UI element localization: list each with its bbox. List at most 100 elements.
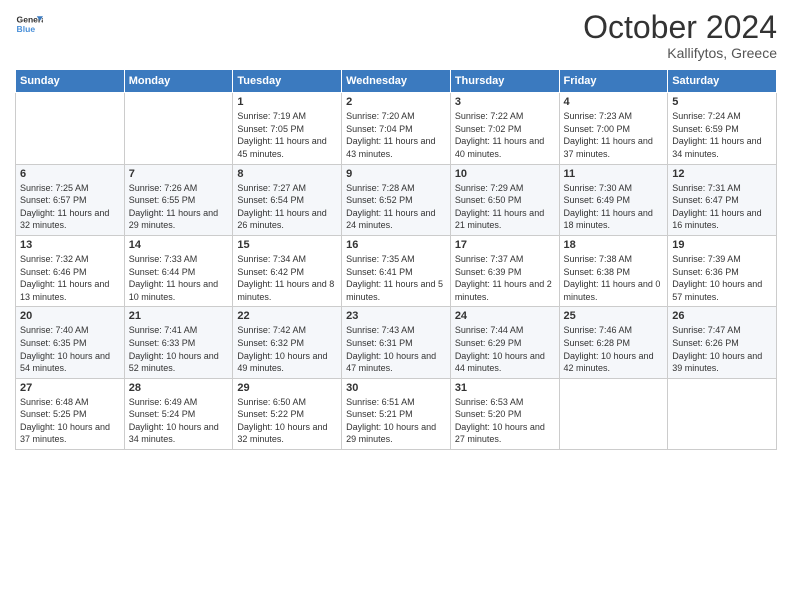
logo-icon: General Blue bbox=[15, 10, 43, 38]
table-row: 21 Sunrise: 7:41 AM Sunset: 6:33 PM Dayli… bbox=[124, 307, 233, 378]
table-row bbox=[559, 378, 668, 449]
col-tuesday: Tuesday bbox=[233, 70, 342, 93]
day-number: 28 bbox=[129, 382, 229, 394]
day-info: Sunrise: 6:51 AM Sunset: 5:21 PM Dayligh… bbox=[346, 396, 446, 446]
day-number: 22 bbox=[237, 310, 337, 322]
day-number: 2 bbox=[346, 96, 446, 108]
day-info: Sunrise: 6:49 AM Sunset: 5:24 PM Dayligh… bbox=[129, 396, 229, 446]
day-number: 18 bbox=[564, 239, 664, 251]
table-row: 5 Sunrise: 7:24 AM Sunset: 6:59 PM Daylig… bbox=[668, 93, 777, 164]
table-row: 23 Sunrise: 7:43 AM Sunset: 6:31 PM Dayli… bbox=[342, 307, 451, 378]
day-number: 21 bbox=[129, 310, 229, 322]
day-info: Sunrise: 7:28 AM Sunset: 6:52 PM Dayligh… bbox=[346, 182, 446, 232]
table-row: 31 Sunrise: 6:53 AM Sunset: 5:20 PM Dayli… bbox=[450, 378, 559, 449]
day-number: 31 bbox=[455, 382, 555, 394]
day-info: Sunrise: 7:37 AM Sunset: 6:39 PM Dayligh… bbox=[455, 253, 555, 303]
day-number: 25 bbox=[564, 310, 664, 322]
day-info: Sunrise: 7:26 AM Sunset: 6:55 PM Dayligh… bbox=[129, 182, 229, 232]
col-sunday: Sunday bbox=[16, 70, 125, 93]
day-number: 20 bbox=[20, 310, 120, 322]
table-row: 3 Sunrise: 7:22 AM Sunset: 7:02 PM Daylig… bbox=[450, 93, 559, 164]
day-number: 27 bbox=[20, 382, 120, 394]
table-row: 8 Sunrise: 7:27 AM Sunset: 6:54 PM Daylig… bbox=[233, 164, 342, 235]
table-row: 1Sunrise: 7:19 AM Sunset: 7:05 PM Daylig… bbox=[233, 93, 342, 164]
day-info: Sunrise: 6:50 AM Sunset: 5:22 PM Dayligh… bbox=[237, 396, 337, 446]
table-row bbox=[16, 93, 125, 164]
table-row: 22 Sunrise: 7:42 AM Sunset: 6:32 PM Dayli… bbox=[233, 307, 342, 378]
table-row: 6 Sunrise: 7:25 AM Sunset: 6:57 PM Daylig… bbox=[16, 164, 125, 235]
table-row bbox=[668, 378, 777, 449]
day-info: Sunrise: 7:27 AM Sunset: 6:54 PM Dayligh… bbox=[237, 182, 337, 232]
day-info: Sunrise: 7:24 AM Sunset: 6:59 PM Dayligh… bbox=[672, 110, 772, 160]
day-number: 4 bbox=[564, 96, 664, 108]
day-info: Sunrise: 7:41 AM Sunset: 6:33 PM Dayligh… bbox=[129, 324, 229, 374]
calendar-week-row: 1Sunrise: 7:19 AM Sunset: 7:05 PM Daylig… bbox=[16, 93, 777, 164]
day-number: 14 bbox=[129, 239, 229, 251]
day-number: 12 bbox=[672, 168, 772, 180]
calendar-week-row: 27 Sunrise: 6:48 AM Sunset: 5:25 PM Dayli… bbox=[16, 378, 777, 449]
table-row: 19 Sunrise: 7:39 AM Sunset: 6:36 PM Dayli… bbox=[668, 235, 777, 306]
col-wednesday: Wednesday bbox=[342, 70, 451, 93]
day-info: Sunrise: 7:32 AM Sunset: 6:46 PM Dayligh… bbox=[20, 253, 120, 303]
day-info: Sunrise: 7:47 AM Sunset: 6:26 PM Dayligh… bbox=[672, 324, 772, 374]
table-row: 20Sunrise: 7:40 AM Sunset: 6:35 PM Dayli… bbox=[16, 307, 125, 378]
table-row: 27 Sunrise: 6:48 AM Sunset: 5:25 PM Dayli… bbox=[16, 378, 125, 449]
table-row: 11 Sunrise: 7:30 AM Sunset: 6:49 PM Dayli… bbox=[559, 164, 668, 235]
table-row: 17Sunrise: 7:37 AM Sunset: 6:39 PM Dayli… bbox=[450, 235, 559, 306]
table-row: 14 Sunrise: 7:33 AM Sunset: 6:44 PM Dayli… bbox=[124, 235, 233, 306]
table-row: 13Sunrise: 7:32 AM Sunset: 6:46 PM Dayli… bbox=[16, 235, 125, 306]
day-info: Sunrise: 7:20 AM Sunset: 7:04 PM Dayligh… bbox=[346, 110, 446, 160]
calendar-table: Sunday Monday Tuesday Wednesday Thursday… bbox=[15, 69, 777, 450]
col-monday: Monday bbox=[124, 70, 233, 93]
month-title: October 2024 bbox=[583, 10, 777, 45]
day-number: 5 bbox=[672, 96, 772, 108]
col-friday: Friday bbox=[559, 70, 668, 93]
day-info: Sunrise: 6:48 AM Sunset: 5:25 PM Dayligh… bbox=[20, 396, 120, 446]
table-row: 26 Sunrise: 7:47 AM Sunset: 6:26 PM Dayli… bbox=[668, 307, 777, 378]
page: General Blue October 2024 Kallifytos, Gr… bbox=[0, 0, 792, 612]
table-row: 9 Sunrise: 7:28 AM Sunset: 6:52 PM Daylig… bbox=[342, 164, 451, 235]
calendar-week-row: 6 Sunrise: 7:25 AM Sunset: 6:57 PM Daylig… bbox=[16, 164, 777, 235]
table-row: 12Sunrise: 7:31 AM Sunset: 6:47 PM Dayli… bbox=[668, 164, 777, 235]
table-row: 2 Sunrise: 7:20 AM Sunset: 7:04 PM Daylig… bbox=[342, 93, 451, 164]
day-info: Sunrise: 7:33 AM Sunset: 6:44 PM Dayligh… bbox=[129, 253, 229, 303]
table-row: 29Sunrise: 6:50 AM Sunset: 5:22 PM Dayli… bbox=[233, 378, 342, 449]
table-row: 28 Sunrise: 6:49 AM Sunset: 5:24 PM Dayli… bbox=[124, 378, 233, 449]
day-number: 16 bbox=[346, 239, 446, 251]
logo: General Blue bbox=[15, 10, 43, 38]
day-number: 9 bbox=[346, 168, 446, 180]
day-number: 7 bbox=[129, 168, 229, 180]
table-row: 4 Sunrise: 7:23 AM Sunset: 7:00 PM Daylig… bbox=[559, 93, 668, 164]
day-info: Sunrise: 7:30 AM Sunset: 6:49 PM Dayligh… bbox=[564, 182, 664, 232]
table-row: 10Sunrise: 7:29 AM Sunset: 6:50 PM Dayli… bbox=[450, 164, 559, 235]
day-number: 11 bbox=[564, 168, 664, 180]
day-info: Sunrise: 7:39 AM Sunset: 6:36 PM Dayligh… bbox=[672, 253, 772, 303]
title-block: October 2024 Kallifytos, Greece bbox=[583, 10, 777, 61]
day-info: Sunrise: 7:42 AM Sunset: 6:32 PM Dayligh… bbox=[237, 324, 337, 374]
day-number: 1 bbox=[237, 96, 337, 108]
calendar-week-row: 20Sunrise: 7:40 AM Sunset: 6:35 PM Dayli… bbox=[16, 307, 777, 378]
day-number: 8 bbox=[237, 168, 337, 180]
day-number: 24 bbox=[455, 310, 555, 322]
day-info: Sunrise: 7:22 AM Sunset: 7:02 PM Dayligh… bbox=[455, 110, 555, 160]
day-number: 26 bbox=[672, 310, 772, 322]
day-info: Sunrise: 7:25 AM Sunset: 6:57 PM Dayligh… bbox=[20, 182, 120, 232]
day-info: Sunrise: 7:23 AM Sunset: 7:00 PM Dayligh… bbox=[564, 110, 664, 160]
location: Kallifytos, Greece bbox=[583, 45, 777, 61]
table-row: 25 Sunrise: 7:46 AM Sunset: 6:28 PM Dayli… bbox=[559, 307, 668, 378]
header: General Blue October 2024 Kallifytos, Gr… bbox=[15, 10, 777, 61]
day-number: 23 bbox=[346, 310, 446, 322]
table-row: 24 Sunrise: 7:44 AM Sunset: 6:29 PM Dayli… bbox=[450, 307, 559, 378]
day-info: Sunrise: 7:35 AM Sunset: 6:41 PM Dayligh… bbox=[346, 253, 446, 303]
day-number: 19 bbox=[672, 239, 772, 251]
table-row: 30Sunrise: 6:51 AM Sunset: 5:21 PM Dayli… bbox=[342, 378, 451, 449]
day-number: 15 bbox=[237, 239, 337, 251]
day-info: Sunrise: 7:44 AM Sunset: 6:29 PM Dayligh… bbox=[455, 324, 555, 374]
day-info: Sunrise: 7:43 AM Sunset: 6:31 PM Dayligh… bbox=[346, 324, 446, 374]
table-row: 15Sunrise: 7:34 AM Sunset: 6:42 PM Dayli… bbox=[233, 235, 342, 306]
table-row: 7 Sunrise: 7:26 AM Sunset: 6:55 PM Daylig… bbox=[124, 164, 233, 235]
day-info: Sunrise: 7:46 AM Sunset: 6:28 PM Dayligh… bbox=[564, 324, 664, 374]
day-info: Sunrise: 6:53 AM Sunset: 5:20 PM Dayligh… bbox=[455, 396, 555, 446]
day-number: 3 bbox=[455, 96, 555, 108]
day-number: 6 bbox=[20, 168, 120, 180]
